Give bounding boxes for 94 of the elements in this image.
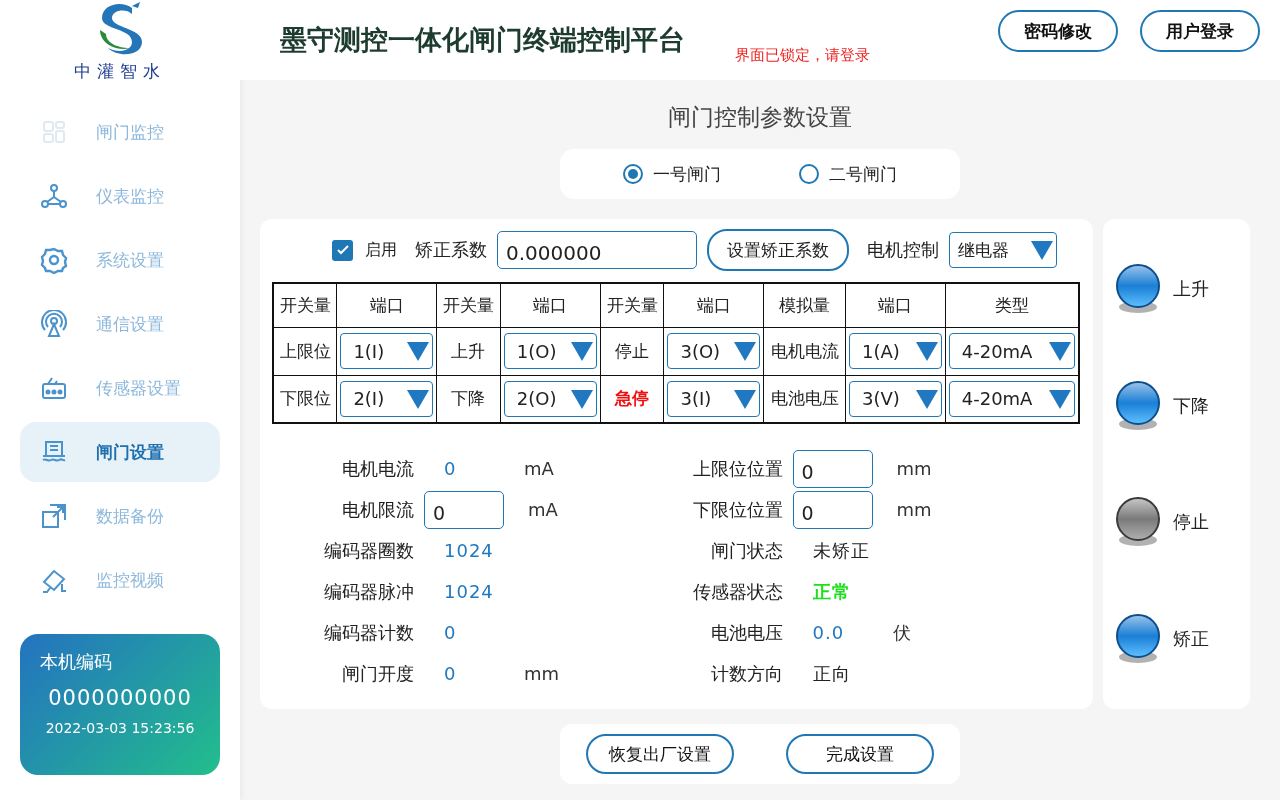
value-text: 正向	[812, 661, 852, 686]
caret-icon	[1030, 239, 1054, 261]
set-coefficient-button[interactable]: 设置矫正系数	[707, 229, 849, 271]
grid-icon	[40, 118, 68, 146]
check-icon	[335, 243, 350, 257]
nodes-icon	[40, 182, 68, 210]
coefficient-field[interactable]: 0.000000	[497, 231, 697, 269]
export-icon	[40, 502, 68, 530]
header-button[interactable]: 用户登录	[1140, 10, 1260, 52]
card-title: 本机编码	[40, 650, 113, 674]
dropdown[interactable]: 1(O)	[503, 333, 597, 369]
dropdown[interactable]: 3(O)	[667, 333, 761, 369]
table-cell: 上升	[436, 327, 501, 375]
table-cell: 电机电流	[763, 327, 846, 375]
field-label: 上限位位置	[691, 456, 783, 481]
enable-label: 启用	[365, 239, 397, 261]
indicator-label: 矫正	[1173, 626, 1209, 651]
dropdown[interactable]: 继电器	[949, 232, 1057, 268]
value-text: 0	[444, 622, 458, 643]
number-field[interactable]: 0	[792, 449, 873, 488]
field-label: 传感器状态	[691, 579, 783, 604]
app-title: 墨守测控一体化闸门终端控制平台	[280, 23, 685, 57]
antenna-icon	[40, 310, 68, 338]
dropdown[interactable]: 2(O)	[503, 380, 597, 417]
table-cell: 停止	[600, 327, 664, 375]
footer-button[interactable]: 恢复出厂设置	[586, 734, 734, 774]
unit-label: mm	[524, 663, 560, 684]
field-label: 编码器圈数	[323, 538, 414, 563]
field-label: 闸门开度	[341, 661, 414, 686]
page-title: 闸门控制参数设置	[667, 103, 853, 132]
column-header: 开关量	[436, 283, 501, 327]
logo-text: 中灌智水	[74, 60, 166, 83]
column-header: 开关量	[600, 283, 664, 327]
field-label: 电机限流	[341, 497, 414, 522]
header-button[interactable]: 密码修改	[998, 10, 1118, 52]
number-field[interactable]: 0	[792, 490, 873, 529]
value-text: 未矫正	[812, 538, 870, 563]
unit-label: 伏	[892, 620, 911, 645]
value-text: 0	[444, 458, 458, 479]
dropdown[interactable]: 4-20mA	[948, 380, 1075, 417]
field-label: 计数方向	[709, 661, 783, 686]
field-label: 下限位位置	[691, 497, 783, 522]
value-text: 1024	[444, 540, 495, 561]
lock-notice: 界面已锁定，请登录	[735, 45, 870, 65]
footer-button[interactable]: 完成设置	[786, 734, 934, 774]
indicator-label: 下降	[1173, 393, 1209, 418]
value-text: 0.0	[812, 622, 846, 643]
caret-icon	[405, 387, 430, 410]
caret-icon	[569, 340, 594, 362]
field-label: 电池电压	[709, 620, 783, 645]
caret-icon	[914, 340, 939, 362]
indicator-label: 上升	[1173, 277, 1209, 302]
dropdown[interactable]: 3(V)	[849, 380, 942, 417]
unit-label: mA	[528, 499, 558, 520]
settings-icon	[40, 246, 68, 274]
sidebar-item[interactable]: 闸门设置	[20, 422, 220, 482]
number-field[interactable]: 0	[424, 490, 504, 529]
device-code: 0000000000	[47, 686, 193, 710]
dropdown[interactable]: 4-20mA	[948, 333, 1075, 369]
dropdown[interactable]: 1(A)	[849, 333, 942, 369]
column-header: 端口	[500, 283, 601, 327]
enable-checkbox[interactable]	[332, 239, 353, 261]
field-label: 电机控制	[867, 238, 939, 262]
column-header: 开关量	[273, 283, 337, 327]
unit-label: mA	[524, 458, 554, 479]
caret-icon	[914, 387, 939, 410]
value-text: 0	[444, 663, 458, 684]
indicator-label: 停止	[1173, 510, 1209, 535]
caret-icon	[733, 340, 758, 362]
unit-label: mm	[896, 458, 932, 479]
unit-label: mm	[896, 499, 932, 520]
status-text: 正常	[812, 579, 852, 604]
gate-radio[interactable]: 二号闸门	[799, 162, 897, 186]
field-label: 编码器脉冲	[323, 579, 414, 604]
field-label: 闸门状态	[709, 538, 783, 563]
gate-radio[interactable]: 一号闸门	[623, 162, 721, 186]
field-label: 矫正系数	[415, 238, 487, 262]
table-cell: 上限位	[273, 327, 337, 375]
dropdown[interactable]: 1(I)	[340, 333, 433, 369]
value-text: 1024	[444, 581, 495, 602]
column-header: 端口	[663, 283, 764, 327]
field-label: 电机电流	[341, 456, 414, 481]
column-header: 端口	[336, 283, 437, 327]
caret-icon	[1048, 340, 1072, 362]
dropdown[interactable]: 2(I)	[340, 380, 433, 417]
field-label: 编码器计数	[323, 620, 414, 645]
date-time: 2022-03-03 15:23:56	[44, 720, 196, 736]
dropdown[interactable]: 3(I)	[667, 380, 761, 417]
column-header: 模拟量	[763, 283, 846, 327]
column-header: 端口	[845, 283, 946, 327]
caret-icon	[569, 387, 594, 410]
caret-icon	[1048, 387, 1072, 410]
caret-icon	[733, 387, 758, 410]
caret-icon	[405, 340, 430, 362]
